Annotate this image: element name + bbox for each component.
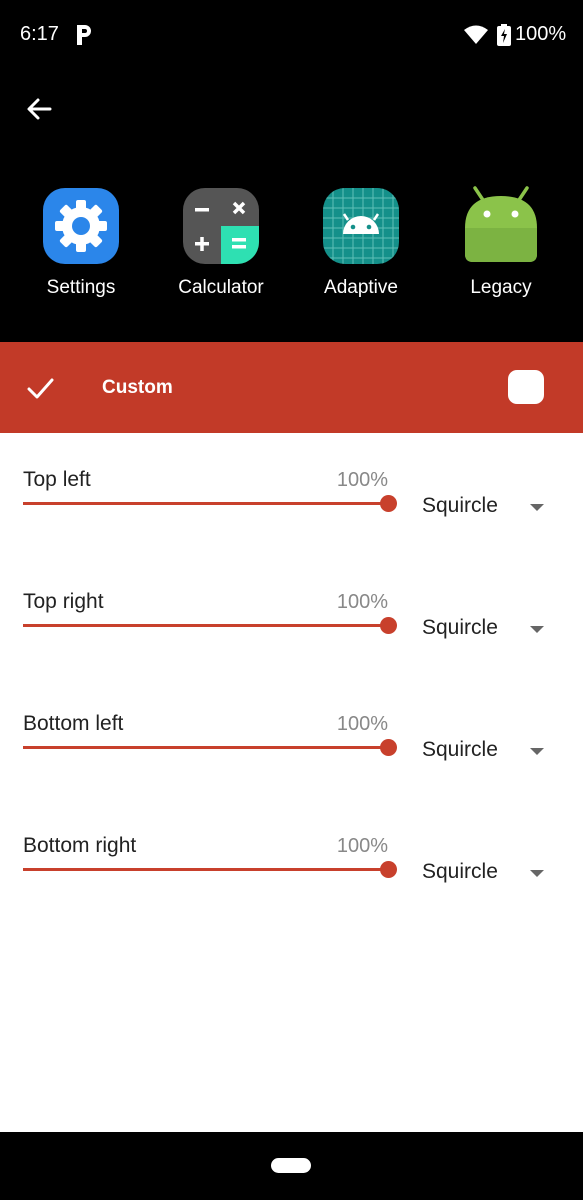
app-label-calculator: Calculator (178, 277, 264, 298)
back-arrow-icon[interactable] (24, 94, 54, 124)
corner-row-bottom-left: Bottom left 100% Squircle (0, 712, 583, 802)
wifi-icon (464, 25, 488, 44)
corner-shape-value: Squircle (422, 860, 498, 883)
adaptive-android-icon (323, 188, 399, 264)
corner-shape-dropdown[interactable]: Squircle (410, 608, 560, 644)
corner-slider-thumb[interactable] (380, 861, 397, 878)
legacy-android-icon (463, 186, 539, 264)
corner-label: Bottom right (23, 834, 137, 857)
corner-slider-track[interactable] (23, 868, 388, 871)
corner-row-top-right: Top right 100% Squircle (0, 590, 583, 680)
corner-slider-thumb[interactable] (380, 739, 397, 756)
corner-row-bottom-right: Bottom right 100% Squircle (0, 834, 583, 924)
corner-shape-dropdown[interactable]: Squircle (410, 852, 560, 888)
settings-gear-icon (43, 188, 119, 264)
parking-notification-icon (77, 25, 91, 45)
app-legacy: Legacy (441, 186, 561, 299)
corner-label: Top left (23, 468, 91, 491)
battery-percentage: 100% (515, 23, 567, 45)
dropdown-arrow-icon (530, 748, 544, 755)
corner-slider-thumb[interactable] (380, 495, 397, 512)
corner-label: Top right (23, 590, 104, 613)
status-bar: 6:17 100% (0, 0, 583, 70)
calculator-icon (183, 188, 259, 264)
dropdown-arrow-icon (530, 504, 544, 511)
corner-slider-track[interactable] (23, 746, 388, 749)
corner-shape-value: Squircle (422, 616, 498, 639)
shape-preview-icon[interactable] (508, 370, 544, 404)
dropdown-arrow-icon (530, 870, 544, 877)
shape-header-bar (0, 342, 583, 433)
corner-percentage: 100% (336, 591, 388, 613)
shape-title: Custom (102, 377, 173, 398)
corner-slider-track[interactable] (23, 502, 388, 505)
corner-percentage: 100% (336, 835, 388, 857)
app-label-settings: Settings (46, 277, 116, 298)
corner-slider-thumb[interactable] (380, 617, 397, 634)
corner-shape-dropdown[interactable]: Squircle (410, 486, 560, 522)
app-calculator: Calculator (161, 188, 281, 299)
corner-label: Bottom left (23, 712, 124, 735)
status-time: 6:17 (20, 23, 59, 45)
app-settings: Settings (21, 188, 141, 299)
corner-percentage: 100% (336, 713, 388, 735)
app-label-adaptive: Adaptive (324, 277, 398, 298)
battery-icon (497, 24, 511, 46)
icon-preview-area: 6:17 100% Settings Calculator Adaptive L… (0, 0, 583, 342)
dropdown-arrow-icon (530, 626, 544, 633)
corner-shape-value: Squircle (422, 494, 498, 517)
corner-shape-dropdown[interactable]: Squircle (410, 730, 560, 766)
corner-slider-track[interactable] (23, 624, 388, 627)
check-icon[interactable] (26, 374, 54, 402)
corner-percentage: 100% (336, 469, 388, 491)
corner-row-top-left: Top left 100% Squircle (0, 468, 583, 558)
app-adaptive: Adaptive (301, 188, 421, 299)
home-gesture-pill[interactable] (271, 1158, 311, 1173)
corner-shape-value: Squircle (422, 738, 498, 761)
app-label-legacy: Legacy (470, 277, 532, 298)
